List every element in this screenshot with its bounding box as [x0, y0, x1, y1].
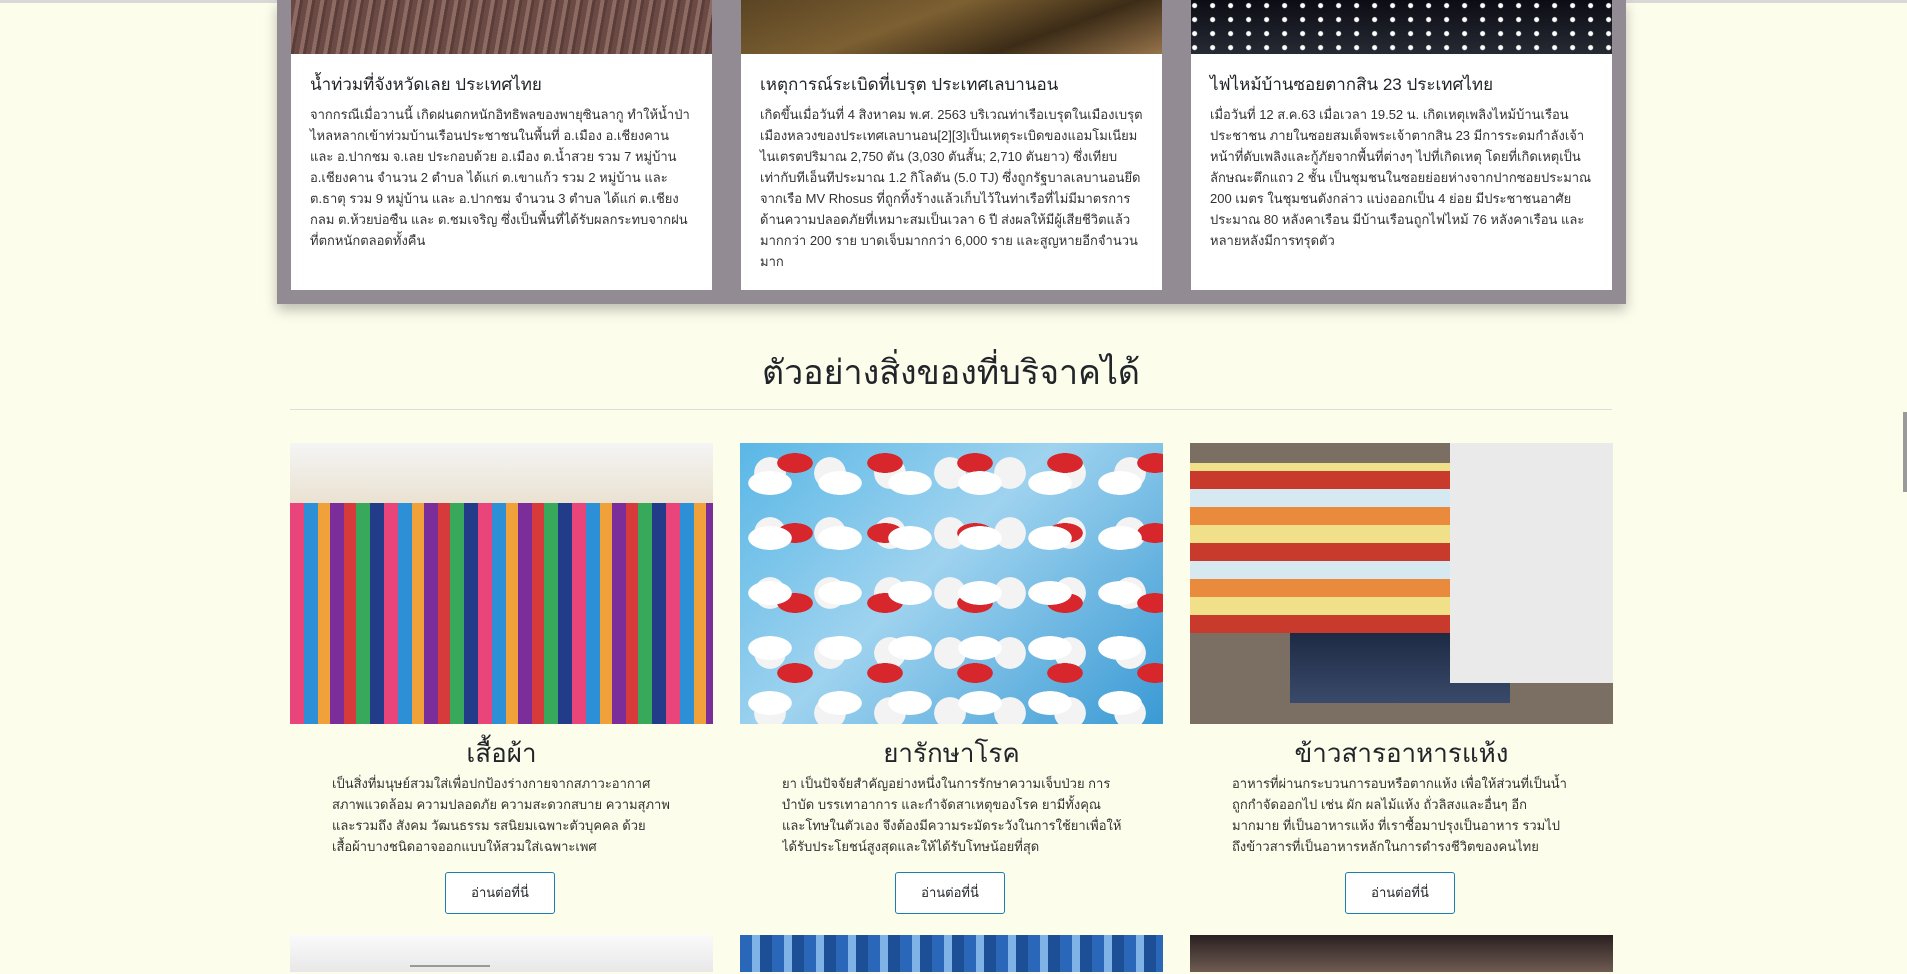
section-divider — [290, 409, 1612, 410]
news-body: เมื่อวันที่ 12 ส.ค.63 เมื่อเวลา 19.52 น.… — [1210, 107, 1592, 248]
clothes-image — [290, 443, 713, 724]
next-item-image — [290, 935, 713, 972]
donation-title: ยารักษาโรค — [883, 738, 1020, 768]
donation-card-clothes: เสื้อผ้า เป็นสิ่งที่มนุษย์สวมใส่เพื่อปกป… — [290, 443, 713, 933]
news-panel: น้ำท่วมที่จังหวัดเลย ประเทศไทย จากกรณีเม… — [277, 0, 1626, 304]
donation-card-medicine: ยารักษาโรค ยา เป็นปัจจัยสำคัญอย่างหนึ่งใ… — [740, 443, 1163, 933]
read-more-button[interactable]: อ่านต่อที่นี่ — [445, 872, 555, 914]
section-title: ตัวอย่างสิ่งของที่บริจาคได้ — [761, 354, 1141, 392]
news-body: จากกรณีเมื่อวานนี้ เกิดฝนตกหนักอิทธิพลขอ… — [310, 107, 690, 248]
news-image-beirut — [741, 0, 1162, 54]
news-card-flood[interactable]: น้ำท่วมที่จังหวัดเลย ประเทศไทย จากกรณีเม… — [291, 0, 712, 290]
scrollbar-thumb[interactable] — [1903, 412, 1907, 492]
donation-title: เสื้อผ้า — [466, 738, 537, 768]
medicine-image — [740, 443, 1163, 724]
donation-text: ยา เป็นปัจจัยสำคัญอย่างหนึ่งในการรักษาคว… — [782, 776, 1122, 854]
donation-title: ข้าวสารอาหารแห้ง — [1294, 738, 1509, 768]
donation-card-dry-food: ข้าวสารอาหารแห้ง อาหารที่ผ่านกระบวนการอบ… — [1190, 443, 1613, 933]
news-card-fire[interactable]: ไฟไหม้บ้านซอยตากสิน 23 ประเทศไทย เมื่อวั… — [1191, 0, 1612, 290]
donation-text: เป็นสิ่งที่มนุษย์สวมใส่เพื่อปกป้องร่างกา… — [332, 776, 670, 854]
news-title: ไฟไหม้บ้านซอยตากสิน 23 ประเทศไทย — [1210, 75, 1494, 94]
read-more-button[interactable]: อ่านต่อที่นี่ — [1345, 872, 1455, 914]
next-item-image — [740, 935, 1163, 972]
news-title: น้ำท่วมที่จังหวัดเลย ประเทศไทย — [310, 75, 542, 94]
news-title: เหตุการณ์ระเบิดที่เบรุต ประเทศเลบานอน — [760, 75, 1059, 94]
news-image-fire — [1191, 0, 1612, 54]
news-image-flood — [291, 0, 712, 54]
news-body: เกิดขึ้นเมื่อวันที่ 4 สิงหาคม พ.ศ. 2563 … — [760, 107, 1143, 269]
news-card-beirut[interactable]: เหตุการณ์ระเบิดที่เบรุต ประเทศเลบานอน เก… — [741, 0, 1162, 290]
dry-food-image — [1190, 443, 1613, 724]
donation-text: อาหารที่ผ่านกระบวนการอบหรือตากแห้ง เพื่อ… — [1232, 776, 1567, 854]
read-more-button[interactable]: อ่านต่อที่นี่ — [895, 872, 1005, 914]
next-item-image — [1190, 935, 1613, 972]
